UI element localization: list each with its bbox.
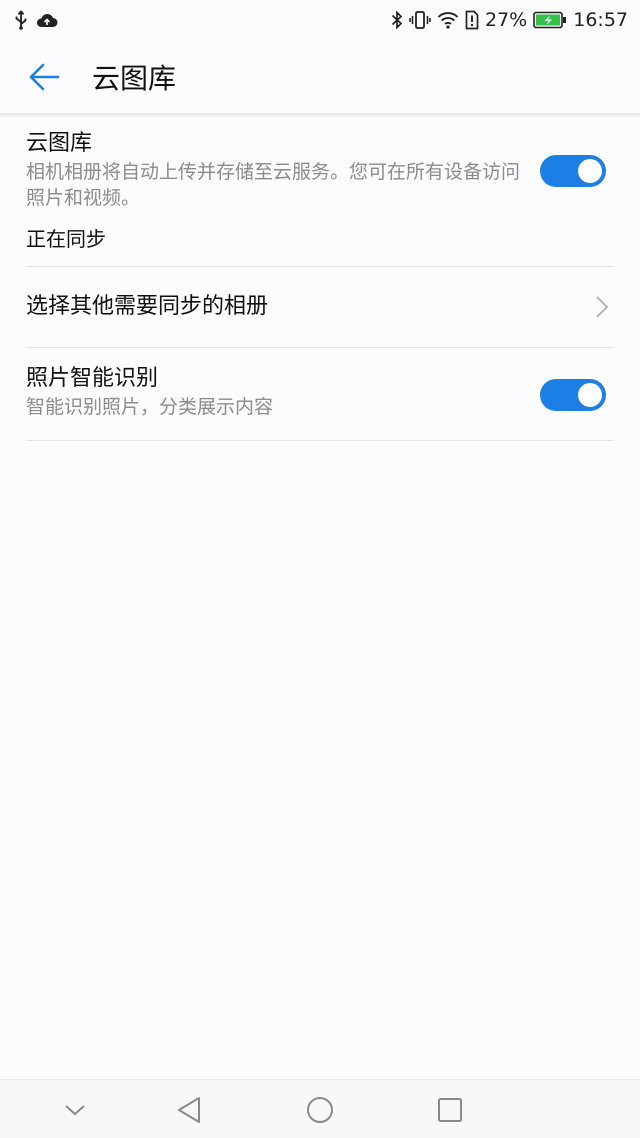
usb-icon (14, 10, 28, 30)
sync-status: 正在同步 (26, 227, 106, 251)
wifi-icon (437, 11, 459, 29)
smart-recognition-toggle[interactable] (540, 379, 606, 411)
toggle-knob (578, 383, 602, 407)
triangle-back-icon (178, 1097, 200, 1123)
clock: 16:57 (573, 9, 628, 31)
status-right: 27% 16:57 (391, 9, 628, 31)
recents-button[interactable] (428, 1088, 472, 1132)
page-title: 云图库 (92, 62, 177, 95)
cloud-gallery-title: 云图库 (26, 131, 93, 156)
other-albums-setting[interactable]: 选择其他需要同步的相册 (26, 267, 614, 348)
smart-recognition-setting[interactable]: 照片智能识别 智能识别照片，分类展示内容 (26, 348, 614, 441)
arrow-left-icon (29, 63, 60, 91)
cloud-gallery-setting[interactable]: 云图库 相机相册将自动上传并存储至云服务。您可在所有设备访问照片和视频。 正在同… (26, 117, 614, 267)
home-button[interactable] (298, 1088, 342, 1132)
toggle-knob (578, 159, 602, 183)
screen: 27% 16:57 云图库 云图库 相机相册将自动上传并存储至云服务。您可在所有… (0, 0, 640, 1138)
app-bar: 云图库 (0, 40, 640, 114)
hide-nav-button[interactable] (53, 1088, 97, 1132)
battery-charging-icon (533, 11, 567, 29)
nav-back-button[interactable] (167, 1088, 211, 1132)
circle-home-icon (307, 1097, 333, 1123)
bluetooth-icon (391, 10, 403, 30)
battery-percent: 27% (485, 9, 528, 31)
vibrate-icon (409, 10, 431, 30)
chevron-right-icon (596, 296, 609, 318)
smart-recognition-title: 照片智能识别 (26, 366, 159, 391)
cloud-gallery-description: 相机相册将自动上传并存储至云服务。您可在所有设备访问照片和视频。 (26, 161, 521, 209)
settings-list: 云图库 相机相册将自动上传并存储至云服务。您可在所有设备访问照片和视频。 正在同… (0, 117, 640, 441)
chevron-down-icon (65, 1105, 85, 1116)
status-left (14, 10, 58, 30)
cloud-gallery-toggle[interactable] (540, 155, 606, 187)
cloud-upload-icon (36, 12, 58, 28)
no-sim-icon (465, 10, 479, 30)
navigation-bar (0, 1079, 640, 1138)
square-recents-icon (438, 1098, 462, 1122)
other-albums-title: 选择其他需要同步的相册 (26, 294, 269, 319)
status-bar: 27% 16:57 (0, 0, 640, 40)
smart-recognition-description: 智能识别照片，分类展示内容 (26, 396, 274, 418)
back-button[interactable] (14, 47, 74, 107)
